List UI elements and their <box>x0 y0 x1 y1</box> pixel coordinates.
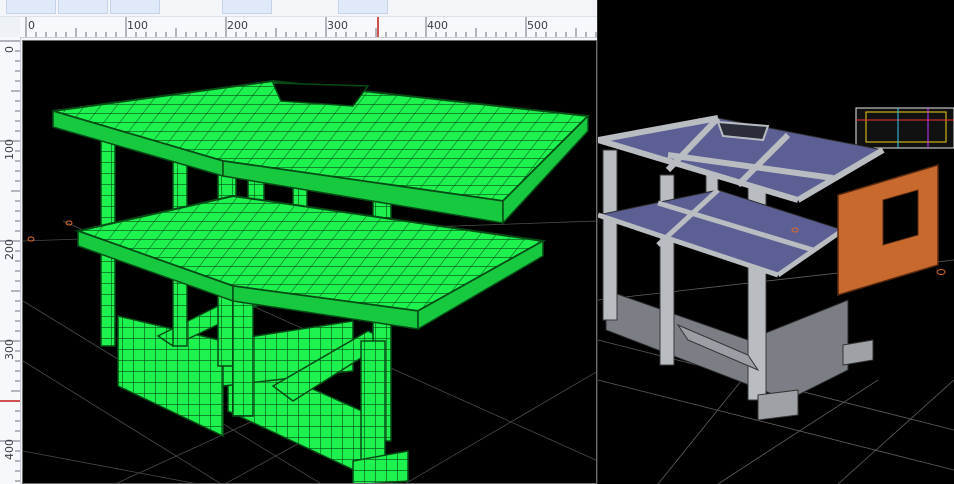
v-ruler-label-200: 200 <box>3 239 16 260</box>
second-floor-slab[interactable] <box>598 189 845 276</box>
v-ruler-label-300: 300 <box>3 339 16 360</box>
v-ruler-label-0: 0 <box>3 46 16 53</box>
h-ruler-label-500: 500 <box>527 19 548 32</box>
rendered-model-viewport[interactable] <box>598 0 954 484</box>
v-ruler-label-400: 400 <box>3 439 16 460</box>
h-ruler-label-200: 200 <box>227 19 248 32</box>
v-ruler-label-100: 100 <box>3 139 16 160</box>
mesh-model-canvas[interactable] <box>23 41 597 484</box>
toolbar-strip <box>0 0 597 17</box>
wall-window-opening <box>882 189 919 246</box>
h-ruler-label-100: 100 <box>127 19 148 32</box>
floor-plan-overlay[interactable] <box>855 107 954 149</box>
toolbar-tab[interactable] <box>110 0 160 14</box>
rendered-model-canvas[interactable] <box>598 0 954 484</box>
column[interactable] <box>602 149 618 321</box>
h-ruler-label-400: 400 <box>427 19 448 32</box>
column[interactable] <box>360 340 386 472</box>
ruler-corner <box>0 17 20 37</box>
horizontal-ruler-ticks <box>25 17 597 37</box>
structural-view-pane: 0 100 200 300 400 500 0 100 200 300 400 <box>0 0 597 484</box>
footing[interactable] <box>757 389 799 421</box>
support-node-icon <box>27 220 73 242</box>
column[interactable] <box>232 300 254 417</box>
h-ruler-label-300: 300 <box>327 19 348 32</box>
toolbar-tab[interactable] <box>338 0 388 14</box>
h-ruler-label-0: 0 <box>28 19 35 32</box>
vertical-ruler[interactable]: 0 100 200 300 400 <box>0 37 21 484</box>
structural-model-viewport[interactable] <box>22 40 597 484</box>
basement-block[interactable] <box>605 289 849 401</box>
horizontal-ruler[interactable]: 0 100 200 300 400 500 <box>20 17 597 38</box>
toolbar-tab[interactable] <box>222 0 272 14</box>
footing[interactable] <box>842 339 874 366</box>
toolbar-tab[interactable] <box>58 0 108 14</box>
toolbar-tab[interactable] <box>6 0 56 14</box>
vertical-ruler-ticks <box>0 40 20 482</box>
